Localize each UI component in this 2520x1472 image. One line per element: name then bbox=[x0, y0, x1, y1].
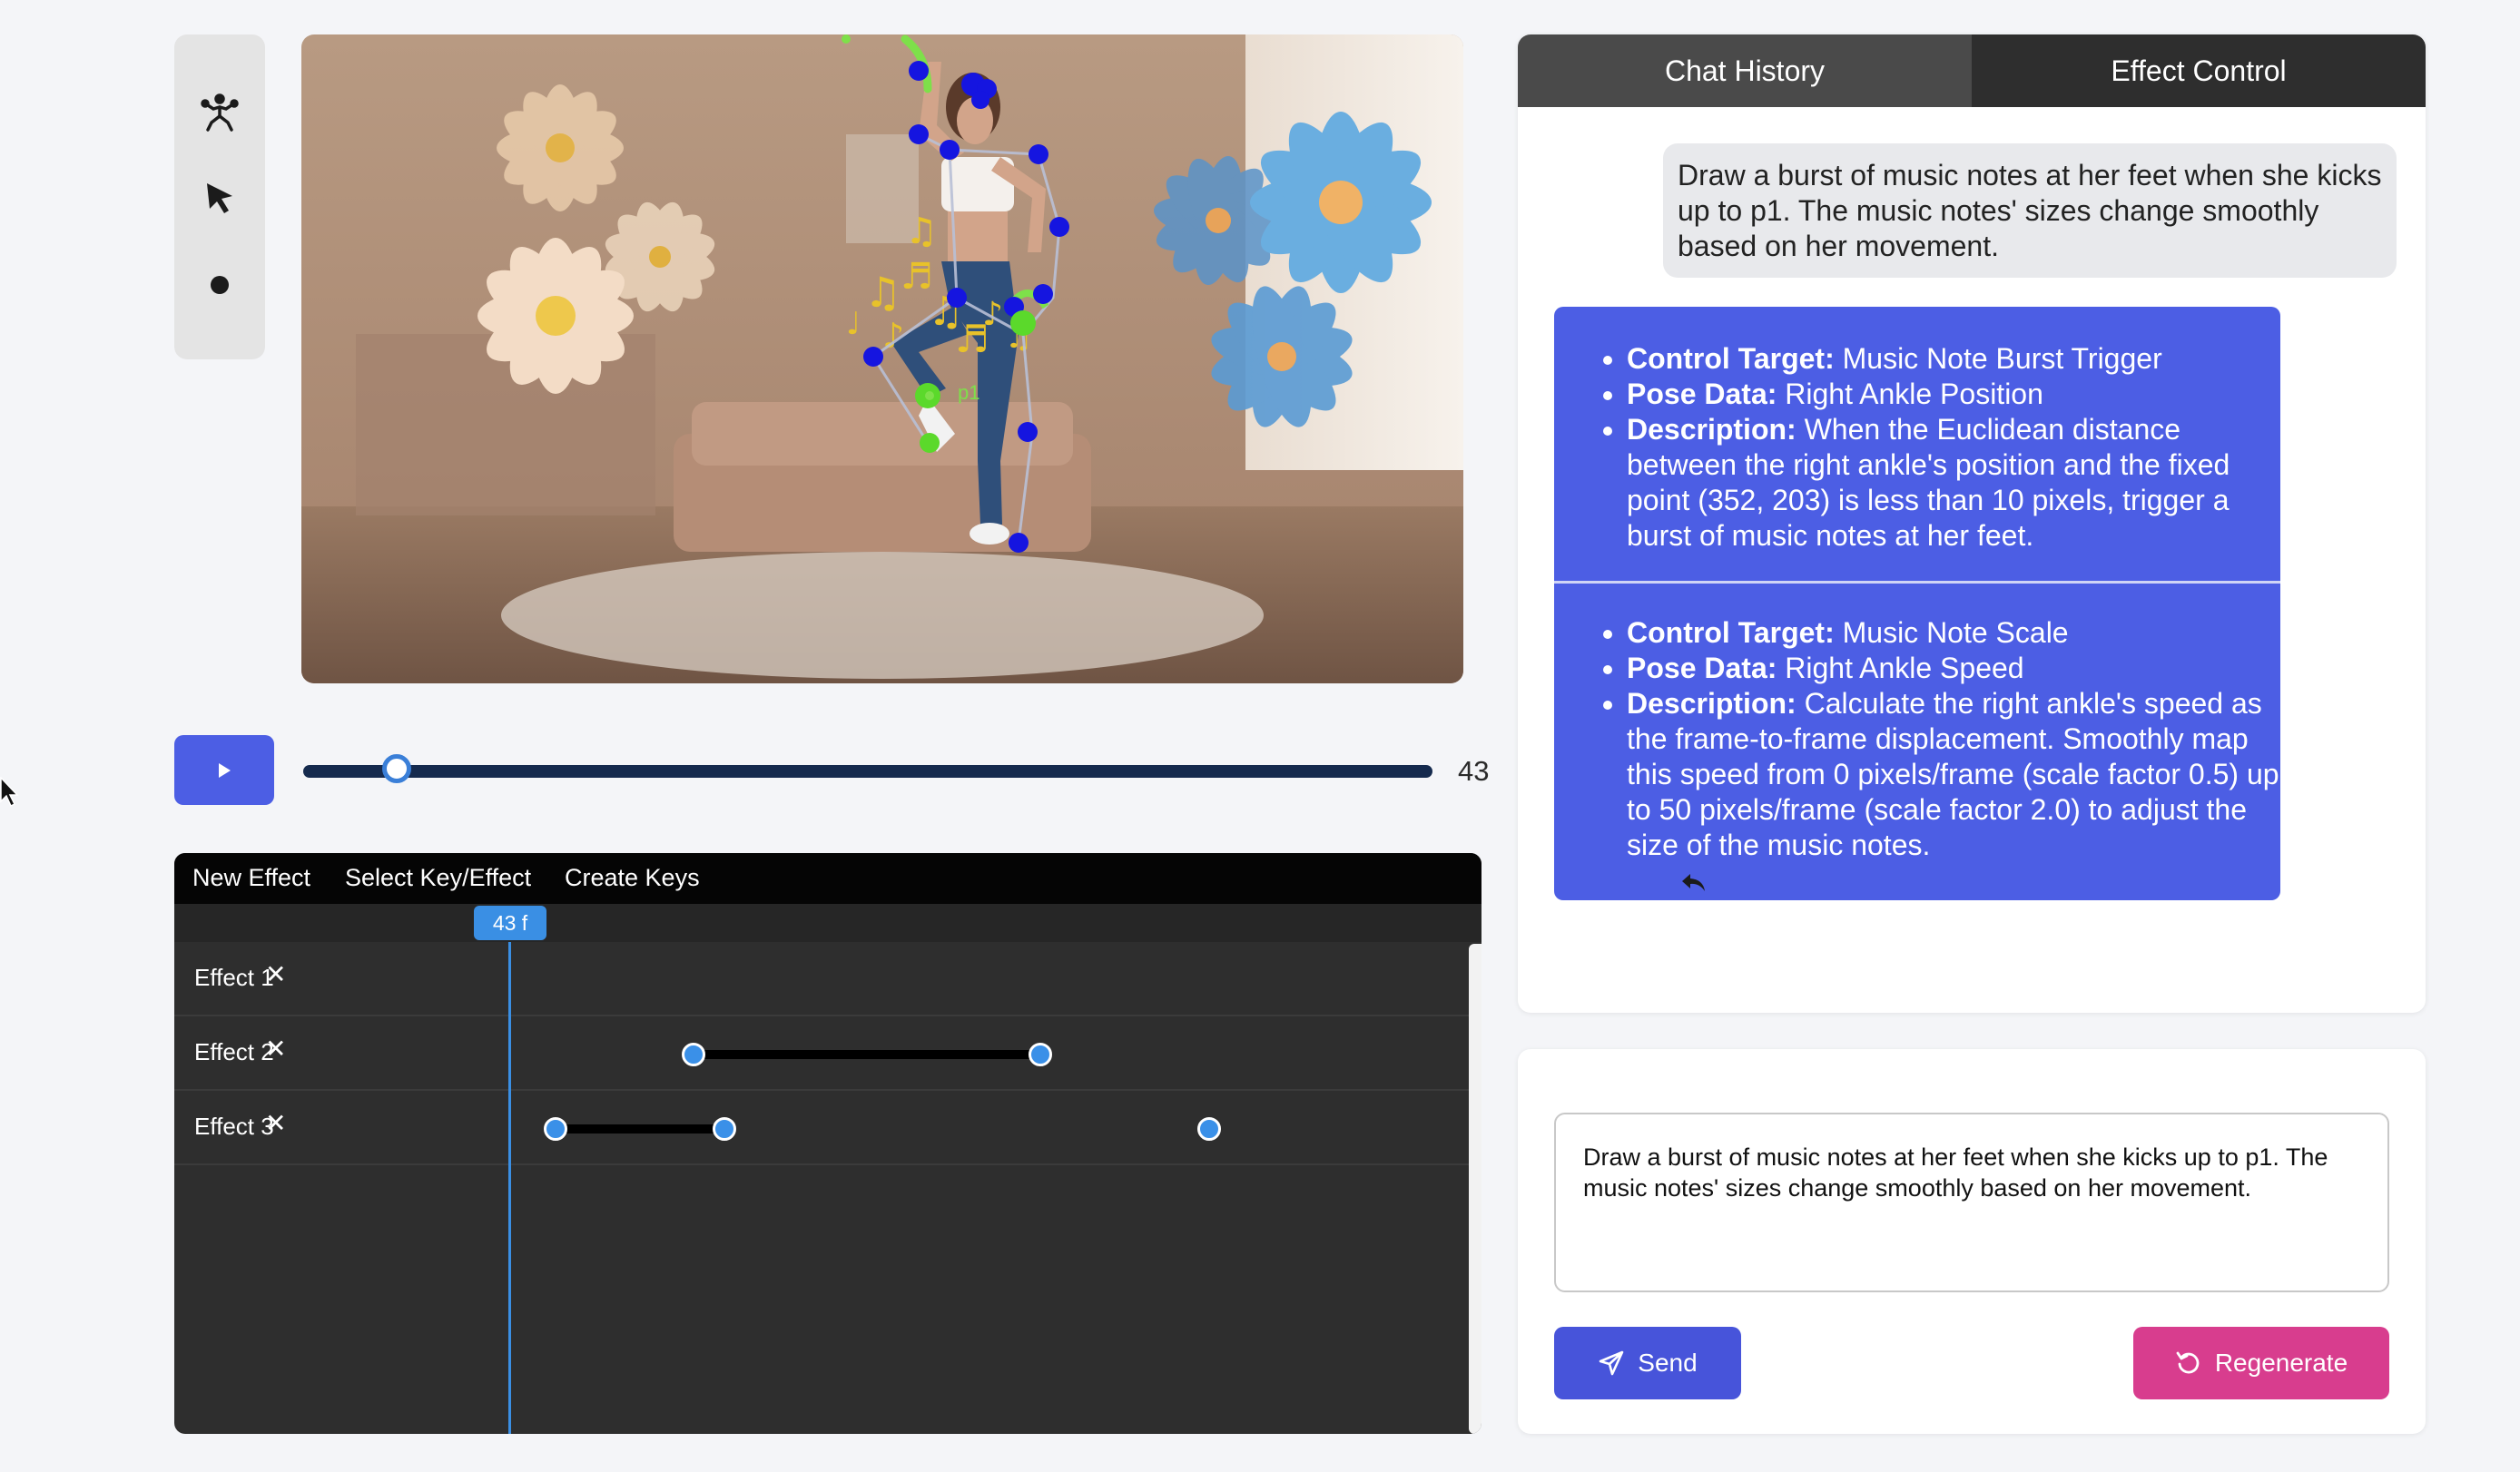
item-key: Description: bbox=[1627, 413, 1796, 446]
effect-span-bar[interactable] bbox=[556, 1124, 724, 1133]
pose-skeleton-icon bbox=[201, 93, 239, 132]
mouse-cursor-icon bbox=[0, 777, 19, 808]
assistant-item: Pose Data: Right Ankle Speed bbox=[1627, 651, 2280, 686]
keyframe-handle[interactable] bbox=[713, 1117, 736, 1141]
play-button[interactable] bbox=[174, 735, 274, 805]
regenerate-button[interactable]: Regenerate bbox=[2133, 1327, 2389, 1399]
new-effect-menu-item[interactable]: New Effect bbox=[192, 864, 310, 892]
tool-palette bbox=[174, 34, 265, 359]
chat-panel: Chat History Effect Control Draw a burst… bbox=[1518, 34, 2426, 1013]
delete-effect-2-button[interactable]: ✕ bbox=[265, 1036, 286, 1062]
delete-effect-1-button[interactable]: ✕ bbox=[265, 962, 286, 987]
svg-text:♫: ♫ bbox=[864, 268, 901, 317]
assistant-section-2: Control Target: Music Note Scale Pose Da… bbox=[1554, 615, 2280, 863]
user-message-bubble: Draw a burst of music notes at her feet … bbox=[1663, 143, 2397, 278]
effect-span-bar[interactable] bbox=[694, 1050, 1040, 1059]
frame-slider-track[interactable] bbox=[303, 765, 1432, 778]
effect-row-2[interactable]: Effect 2 ✕ bbox=[174, 1016, 1469, 1091]
assistant-item: Pose Data: Right Ankle Position bbox=[1627, 377, 2280, 412]
create-keys-menu-item[interactable]: Create Keys bbox=[565, 864, 700, 892]
effect-row-label: Effect 3 bbox=[194, 1113, 274, 1140]
item-key: Control Target: bbox=[1627, 616, 1835, 649]
assistant-item: Control Target: Music Note Scale bbox=[1627, 615, 2280, 651]
video-frame: ♫ ♬ ♫ ♪ ♬ ♩ ♪ ♫ ♫ p1 bbox=[301, 34, 1463, 683]
assistant-message-bubble: Control Target: Music Note Burst Trigger… bbox=[1554, 307, 2280, 900]
item-key: Description: bbox=[1627, 687, 1796, 720]
select-tool-button[interactable] bbox=[192, 171, 247, 225]
effect-row-1[interactable]: Effect 1 ✕ bbox=[174, 942, 1469, 1016]
user-message-text: Draw a burst of music notes at her feet … bbox=[1678, 158, 2382, 262]
effect-row-3[interactable]: Effect 3 ✕ bbox=[174, 1091, 1469, 1165]
timeline-ruler[interactable] bbox=[174, 904, 1481, 942]
effect-row-label: Effect 2 bbox=[194, 1038, 274, 1065]
regenerate-label: Regenerate bbox=[2214, 1349, 2348, 1377]
prompt-input[interactable]: Draw a burst of music notes at her feet … bbox=[1554, 1113, 2389, 1292]
refresh-icon bbox=[2176, 1351, 2200, 1374]
timeline-playhead[interactable] bbox=[508, 942, 511, 1434]
pointer-arrow-icon bbox=[207, 183, 232, 213]
section-divider bbox=[1554, 581, 2280, 584]
current-frame-marker[interactable]: 43 f bbox=[474, 906, 546, 940]
assistant-item: Description: Calculate the right ankle's… bbox=[1627, 686, 2280, 863]
keyframe-handle[interactable] bbox=[544, 1117, 567, 1141]
assistant-item: Description: When the Euclidean distance… bbox=[1627, 412, 2280, 554]
timeline-menu-bar: New Effect Select Key/Effect Create Keys bbox=[174, 853, 1481, 904]
item-key: Pose Data: bbox=[1627, 652, 1777, 684]
svg-text:♫: ♫ bbox=[905, 211, 938, 252]
send-plane-icon bbox=[1599, 1350, 1624, 1376]
item-value: Right Ankle Speed bbox=[1777, 652, 2024, 684]
tab-chat-history[interactable]: Chat History bbox=[1518, 34, 1972, 107]
assistant-section-1: Control Target: Music Note Burst Trigger… bbox=[1554, 341, 2280, 554]
pose-tool-button[interactable] bbox=[192, 85, 247, 140]
item-value: Music Note Burst Trigger bbox=[1834, 342, 2162, 375]
send-label: Send bbox=[1638, 1349, 1698, 1377]
delete-effect-3-button[interactable]: ✕ bbox=[265, 1111, 286, 1136]
effect-row-label: Effect 1 bbox=[194, 964, 274, 991]
assistant-item: Control Target: Music Note Burst Trigger bbox=[1627, 341, 2280, 377]
dot-point-icon bbox=[211, 276, 229, 294]
select-key-effect-menu-item[interactable]: Select Key/Effect bbox=[345, 864, 531, 892]
keyframe-handle[interactable] bbox=[1197, 1117, 1221, 1141]
current-frame-number: 43 bbox=[1458, 755, 1490, 787]
timeline-scrollbar[interactable] bbox=[1469, 944, 1481, 1434]
item-key: Pose Data: bbox=[1627, 378, 1777, 410]
effect-timeline: New Effect Select Key/Effect Create Keys… bbox=[174, 853, 1481, 1434]
item-key: Control Target: bbox=[1627, 342, 1835, 375]
video-preview[interactable]: ♫ ♬ ♫ ♪ ♬ ♩ ♪ ♫ ♫ p1 bbox=[301, 34, 1463, 683]
point-tool-button[interactable] bbox=[192, 258, 247, 312]
item-value: Music Note Scale bbox=[1834, 616, 2069, 649]
undo-icon[interactable] bbox=[1679, 868, 1708, 898]
item-value: Right Ankle Position bbox=[1777, 378, 2043, 410]
send-button[interactable]: Send bbox=[1554, 1327, 1741, 1399]
svg-text:♩: ♩ bbox=[846, 306, 861, 342]
keyframe-handle[interactable] bbox=[682, 1043, 705, 1066]
prompt-panel: Draw a burst of music notes at her feet … bbox=[1518, 1049, 2426, 1434]
frame-slider-thumb[interactable] bbox=[382, 754, 412, 783]
keyframe-handle[interactable] bbox=[1029, 1043, 1052, 1066]
fixed-point-label: p1 bbox=[958, 381, 979, 404]
play-icon bbox=[219, 762, 231, 778]
tab-effect-control[interactable]: Effect Control bbox=[1972, 34, 2426, 107]
